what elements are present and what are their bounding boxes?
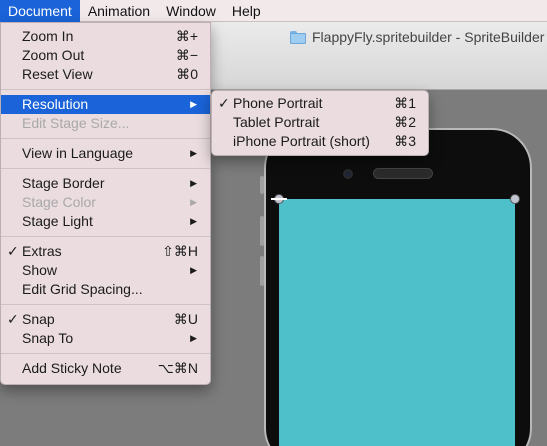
submenu-arrow-icon: ▶ [190,333,197,343]
menu-item-edit-stage-size: Edit Stage Size... [1,114,210,133]
menu-shortcut: ⌘+ [175,28,198,44]
menu-item-stage-border[interactable]: Stage Border ▶ [1,174,210,193]
submenu-arrow-icon: ▶ [190,265,197,275]
menu-item-label: iPhone Portrait (short) [233,133,370,149]
menu-item-phone-portrait[interactable]: ✓ Phone Portrait ⌘1 [212,94,428,113]
menu-item-label: Show [22,262,58,278]
menu-shortcut: ⌘1 [394,95,416,111]
checkmark-icon: ✓ [218,95,230,111]
submenu-arrow-icon: ▶ [190,99,197,109]
menu-item-label: Stage Color [22,194,96,210]
menubar-item-help[interactable]: Help [224,0,269,22]
menu-separator [1,138,210,139]
menu-item-label: Zoom In [22,28,74,44]
submenu-arrow-icon: ▶ [190,197,197,207]
menu-item-extras[interactable]: ✓ Extras ⇧⌘H [1,242,210,261]
menu-item-label: Extras [22,243,62,259]
menubar-item-window[interactable]: Window [158,0,224,22]
menu-separator [1,353,210,354]
menu-shortcut: ⌘− [175,47,198,63]
menu-shortcut: ⌘2 [394,114,416,130]
menu-item-label: Snap [22,311,55,327]
menu-item-label: Edit Grid Spacing... [22,281,143,297]
menu-item-label: Edit Stage Size... [22,115,130,131]
checkmark-icon: ✓ [7,243,19,259]
resize-handle-top-left[interactable] [271,194,287,204]
menu-shortcut: ⌘3 [394,133,416,149]
phone-camera [343,169,353,179]
menu-item-edit-grid-spacing[interactable]: Edit Grid Spacing... [1,280,210,299]
menu-item-iphone-portrait-short[interactable]: iPhone Portrait (short) ⌘3 [212,132,428,151]
menu-item-stage-light[interactable]: Stage Light ▶ [1,212,210,231]
phone-screen[interactable] [279,199,515,446]
menubar-item-animation[interactable]: Animation [80,0,158,22]
menu-item-label: Resolution [22,96,89,112]
menu-item-resolution[interactable]: Resolution ▶ [1,95,210,114]
menu-item-add-sticky-note[interactable]: Add Sticky Note ⌥⌘N [1,359,210,378]
menubar-item-document[interactable]: Document [0,0,80,22]
checkmark-icon: ✓ [7,311,19,327]
phone-side-button [260,216,264,246]
window-title: FlappyFly.spritebuilder - SpriteBuilder [290,28,544,46]
menu-item-zoom-out[interactable]: Zoom Out ⌘− [1,46,210,65]
menu-item-label: View in Language [22,145,134,161]
submenu-arrow-icon: ▶ [190,178,197,188]
move-crosshair-icon [271,198,287,200]
menu-separator [1,236,210,237]
document-menu: Zoom In ⌘+ Zoom Out ⌘− Reset View ⌘0 Res… [0,22,211,385]
menu-item-tablet-portrait[interactable]: Tablet Portrait ⌘2 [212,113,428,132]
phone-speaker [373,168,433,179]
menu-item-reset-view[interactable]: Reset View ⌘0 [1,65,210,84]
resize-handle-top-right[interactable] [510,194,520,204]
menu-bar: Document Animation Window Help [0,0,547,22]
menu-separator [1,168,210,169]
menu-separator [1,304,210,305]
menu-shortcut: ⇧⌘H [162,243,198,259]
menu-item-label: Stage Light [22,213,93,229]
menu-shortcut: ⌘U [173,311,198,327]
submenu-arrow-icon: ▶ [190,216,197,226]
phone-side-button [260,176,264,194]
menu-item-stage-color: Stage Color ▶ [1,193,210,212]
folder-icon [290,30,306,44]
menu-item-label: Zoom Out [22,47,85,63]
menu-item-label: Phone Portrait [233,95,323,111]
menu-separator [1,89,210,90]
menu-item-label: Stage Border [22,175,105,191]
menu-item-label: Tablet Portrait [233,114,320,130]
menu-item-snap-to[interactable]: Snap To ▶ [1,329,210,348]
menu-item-label: Snap To [22,330,74,346]
menu-shortcut: ⌥⌘N [157,360,198,376]
menu-item-label: Add Sticky Note [22,360,122,376]
resolution-submenu: ✓ Phone Portrait ⌘1 Tablet Portrait ⌘2 i… [211,90,429,156]
submenu-arrow-icon: ▶ [190,148,197,158]
menu-item-label: Reset View [22,66,93,82]
menu-item-snap[interactable]: ✓ Snap ⌘U [1,310,210,329]
menu-item-show[interactable]: Show ▶ [1,261,210,280]
menu-item-zoom-in[interactable]: Zoom In ⌘+ [1,27,210,46]
menu-shortcut: ⌘0 [176,66,198,82]
window-title-text: FlappyFly.spritebuilder - SpriteBuilder [312,29,545,45]
menu-item-view-in-language[interactable]: View in Language ▶ [1,144,210,163]
phone-side-button [260,256,264,286]
